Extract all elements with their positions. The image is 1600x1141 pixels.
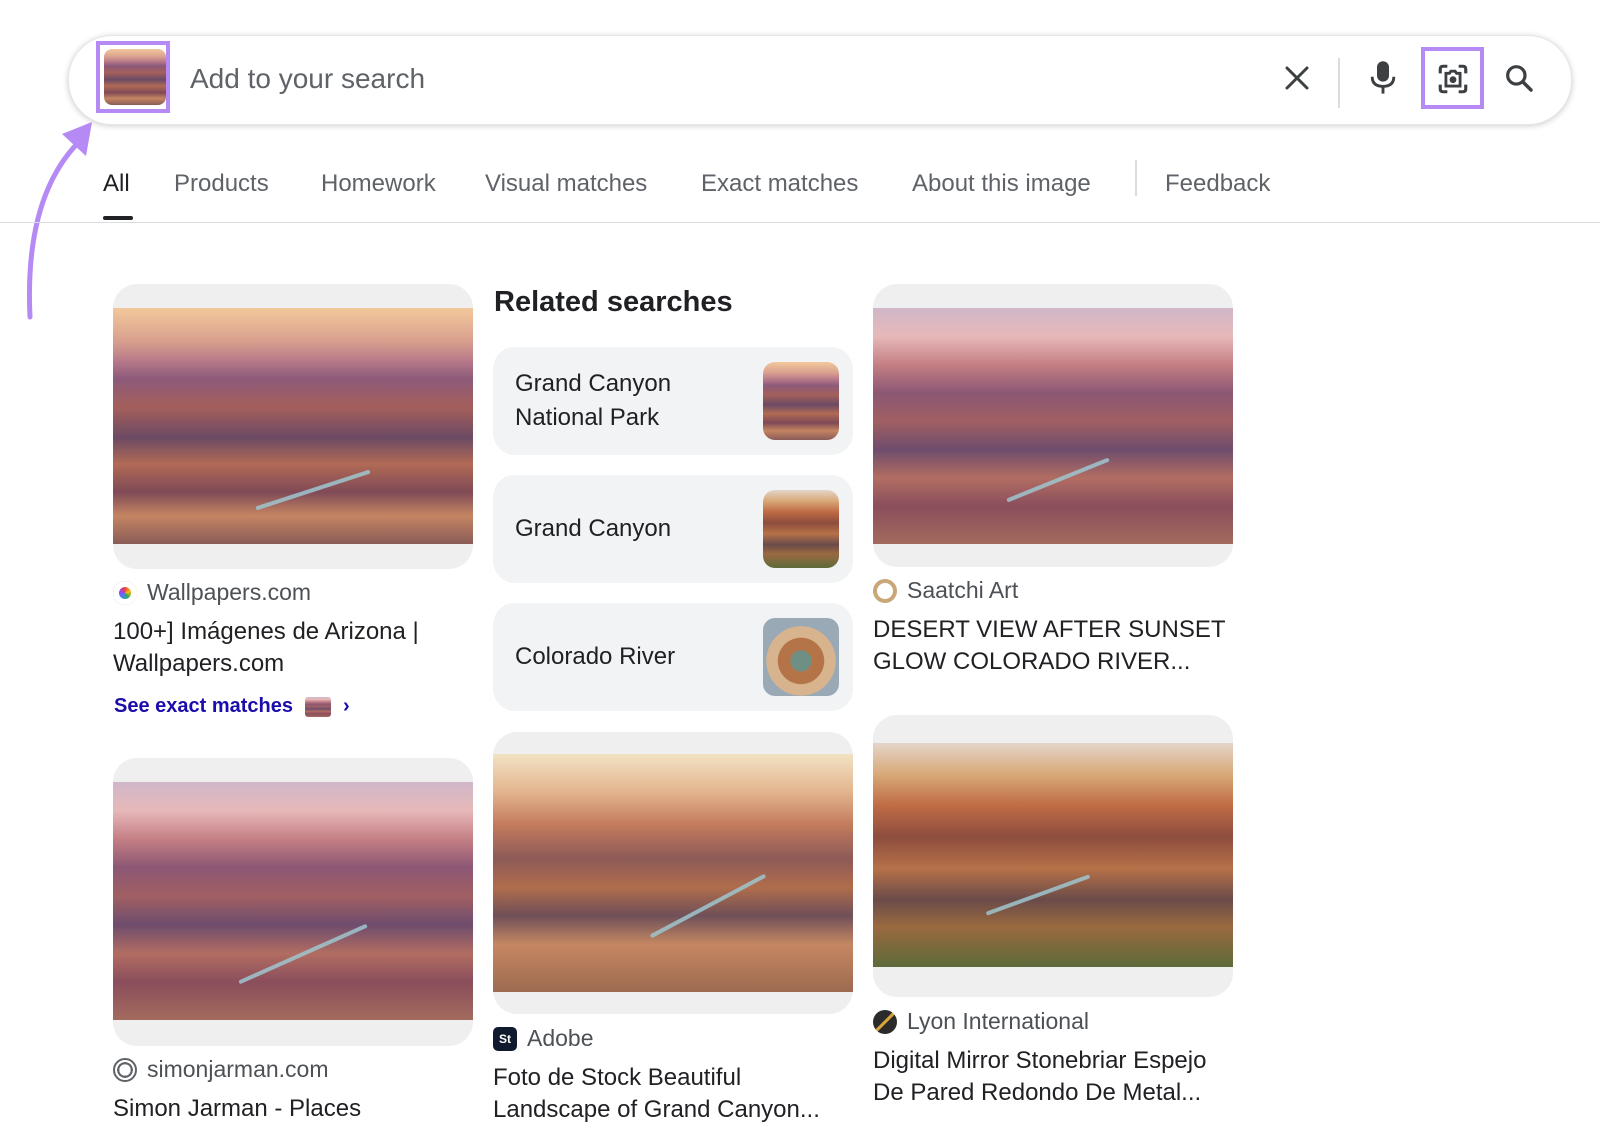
result-title[interactable]: DESERT VIEW AFTER SUNSET GLOW COLORADO R… [873, 614, 1233, 678]
result-source[interactable]: Wallpapers.com [113, 579, 311, 606]
result-title[interactable]: Simon Jarman - Places [113, 1093, 473, 1125]
tab-about-this-image[interactable]: About this image [912, 170, 1091, 198]
source-name: simonjarman.com [147, 1056, 329, 1082]
tab-exact-matches[interactable]: Exact matches [701, 170, 858, 198]
result-title[interactable]: Digital Mirror Stonebriar Espejo De Pare… [873, 1045, 1233, 1109]
result-title[interactable]: 100+] Imágenes de Arizona | Wallpapers.c… [113, 616, 473, 680]
source-name: Adobe [527, 1025, 594, 1051]
related-search-thumbnail [763, 490, 839, 568]
related-search-item[interactable]: Colorado River [493, 603, 853, 711]
wallpapers-favicon-icon [113, 580, 137, 605]
mic-icon [1370, 61, 1396, 94]
result-image-card[interactable] [873, 715, 1233, 997]
search-input[interactable] [188, 56, 1232, 102]
lyon-favicon-icon [873, 1009, 897, 1034]
searchbar-divider [1338, 58, 1340, 108]
result-source[interactable]: St Adobe [493, 1025, 594, 1052]
clear-button[interactable] [1276, 57, 1318, 99]
tab-visual-matches[interactable]: Visual matches [485, 170, 647, 198]
tab-products[interactable]: Products [174, 170, 269, 198]
result-title[interactable]: Foto de Stock Beautiful Landscape of Gra… [493, 1062, 853, 1126]
result-image-card[interactable] [873, 284, 1233, 567]
result-source[interactable]: Saatchi Art [873, 577, 1018, 604]
result-image-card[interactable] [113, 284, 473, 569]
result-source[interactable]: Lyon International [873, 1008, 1089, 1035]
source-name: Wallpapers.com [147, 579, 312, 605]
result-image [113, 308, 473, 544]
search-button[interactable] [1496, 55, 1542, 101]
result-image-card[interactable] [113, 758, 473, 1046]
related-search-label: Grand Canyon [515, 515, 672, 542]
tab-all[interactable]: All [103, 170, 130, 198]
search-icon [1506, 65, 1533, 92]
query-image-thumbnail[interactable] [104, 49, 166, 105]
result-image [493, 754, 853, 992]
related-search-label: Grand Canyon National Park [515, 370, 672, 431]
related-search-item[interactable]: Grand Canyon National Park [493, 347, 853, 455]
lens-search-button[interactable] [1430, 56, 1476, 102]
see-exact-matches-link[interactable]: See exact matches › [114, 695, 350, 718]
result-source[interactable]: simonjarman.com [113, 1056, 329, 1083]
source-name: Saatchi Art [907, 577, 1019, 603]
related-search-label: Colorado River [515, 643, 676, 670]
related-search-thumbnail [763, 362, 839, 440]
globe-icon [113, 1057, 137, 1082]
chevron-right-icon: › [343, 695, 350, 717]
voice-search-button[interactable] [1360, 55, 1406, 101]
tab-bar: All Products Homework Visual matches Exa… [0, 150, 1600, 223]
exact-match-thumbnail [305, 696, 332, 717]
result-image [873, 308, 1233, 544]
tab-divider [1135, 160, 1137, 196]
tab-homework[interactable]: Homework [321, 170, 436, 198]
saatchi-favicon-icon [873, 578, 897, 603]
related-search-item[interactable]: Grand Canyon [493, 475, 853, 583]
active-tab-indicator [103, 216, 133, 220]
related-search-thumbnail [763, 618, 839, 696]
result-image [873, 743, 1233, 967]
exact-matches-label: See exact matches [114, 695, 294, 717]
result-image [113, 782, 473, 1020]
result-image-card[interactable] [493, 732, 853, 1014]
lens-icon [1438, 64, 1468, 94]
close-icon [1285, 66, 1309, 90]
adobe-stock-favicon-icon: St [493, 1026, 517, 1051]
related-searches-heading: Related searches [494, 286, 733, 318]
source-name: Lyon International [907, 1008, 1090, 1034]
tab-feedback[interactable]: Feedback [1165, 170, 1270, 198]
